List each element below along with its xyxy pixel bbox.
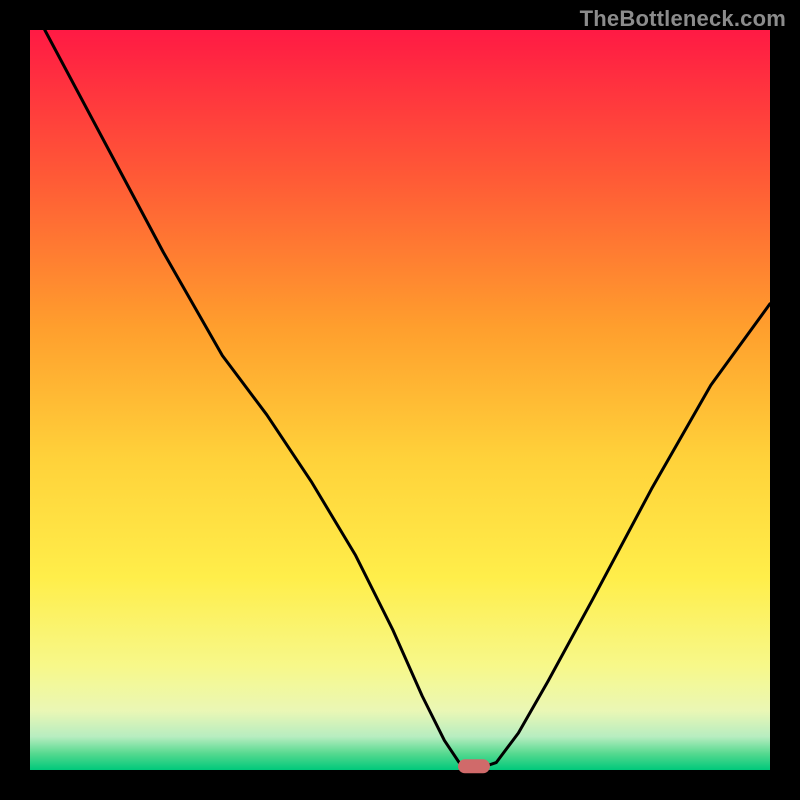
optimal-marker (458, 759, 490, 773)
chart-frame: TheBottleneck.com (0, 0, 800, 800)
bottleneck-chart (0, 0, 800, 800)
watermark-text: TheBottleneck.com (580, 6, 786, 32)
plot-background (30, 30, 770, 770)
